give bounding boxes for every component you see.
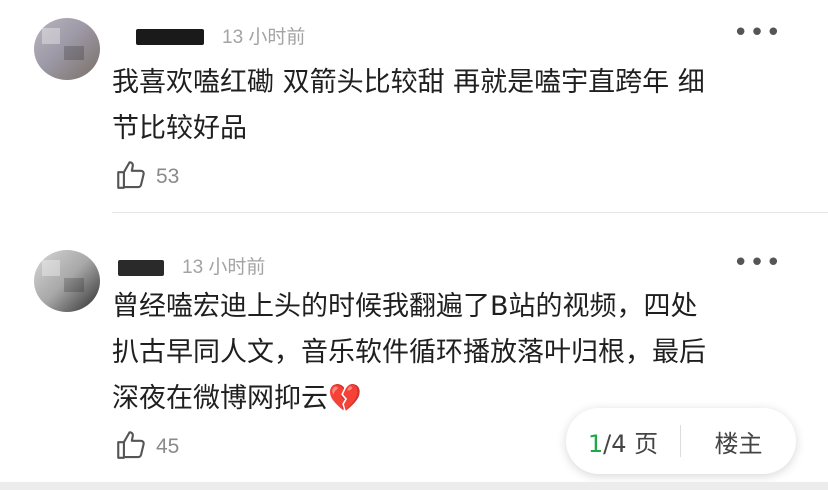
- current-page: 1: [587, 429, 604, 458]
- thumbs-up-icon: [114, 428, 148, 466]
- page-navigator: 1/4 页 楼主: [566, 408, 796, 474]
- comment-time: 13 小时前: [182, 257, 266, 278]
- like-button[interactable]: 45: [114, 428, 179, 466]
- more-icon[interactable]: •••: [733, 20, 782, 46]
- comment-text-line: 曾经嗑宏迪上头的时候我翻遍了B站的视频，四处: [112, 291, 698, 322]
- avatar-blur: [42, 260, 60, 276]
- like-button[interactable]: 53: [114, 158, 179, 196]
- thumbs-up-icon: [114, 158, 148, 196]
- username-redacted[interactable]: [118, 260, 164, 276]
- username-redacted[interactable]: [136, 29, 204, 45]
- avatar-blur: [42, 28, 60, 44]
- comment-text-line: 我喜欢嗑红磡 双箭头比较甜 再就是嗑宇直跨年 细: [112, 67, 705, 98]
- comment-text-line: 节比较好品: [112, 113, 247, 144]
- comment-text: 我喜欢嗑红磡 双箭头比较甜 再就是嗑宇直跨年 细 节比较好品: [112, 60, 802, 152]
- avatar[interactable]: [34, 250, 100, 312]
- avatar-blur: [64, 46, 84, 60]
- comment-item-1: 13 小时前 ••• 我喜欢嗑红磡 双箭头比较甜 再就是嗑宇直跨年 细 节比较好…: [0, 0, 828, 214]
- comment-text-line: 扒古早同人文，音乐软件循环播放落叶归根，最后: [112, 337, 706, 368]
- op-only-button[interactable]: 楼主: [681, 424, 796, 459]
- like-count: 53: [156, 165, 180, 188]
- divider: [112, 212, 828, 213]
- bottom-edge: [0, 482, 828, 490]
- avatar[interactable]: [34, 18, 100, 80]
- more-icon[interactable]: •••: [733, 250, 782, 276]
- comment-text: 曾经嗑宏迪上头的时候我翻遍了B站的视频，四处 扒古早同人文，音乐软件循环播放落叶…: [112, 284, 802, 422]
- like-count: 45: [156, 435, 180, 458]
- comment-time: 13 小时前: [222, 27, 306, 48]
- total-pages: /4 页: [603, 429, 659, 458]
- page-indicator[interactable]: 1/4 页: [566, 424, 680, 459]
- avatar-blur: [64, 278, 84, 292]
